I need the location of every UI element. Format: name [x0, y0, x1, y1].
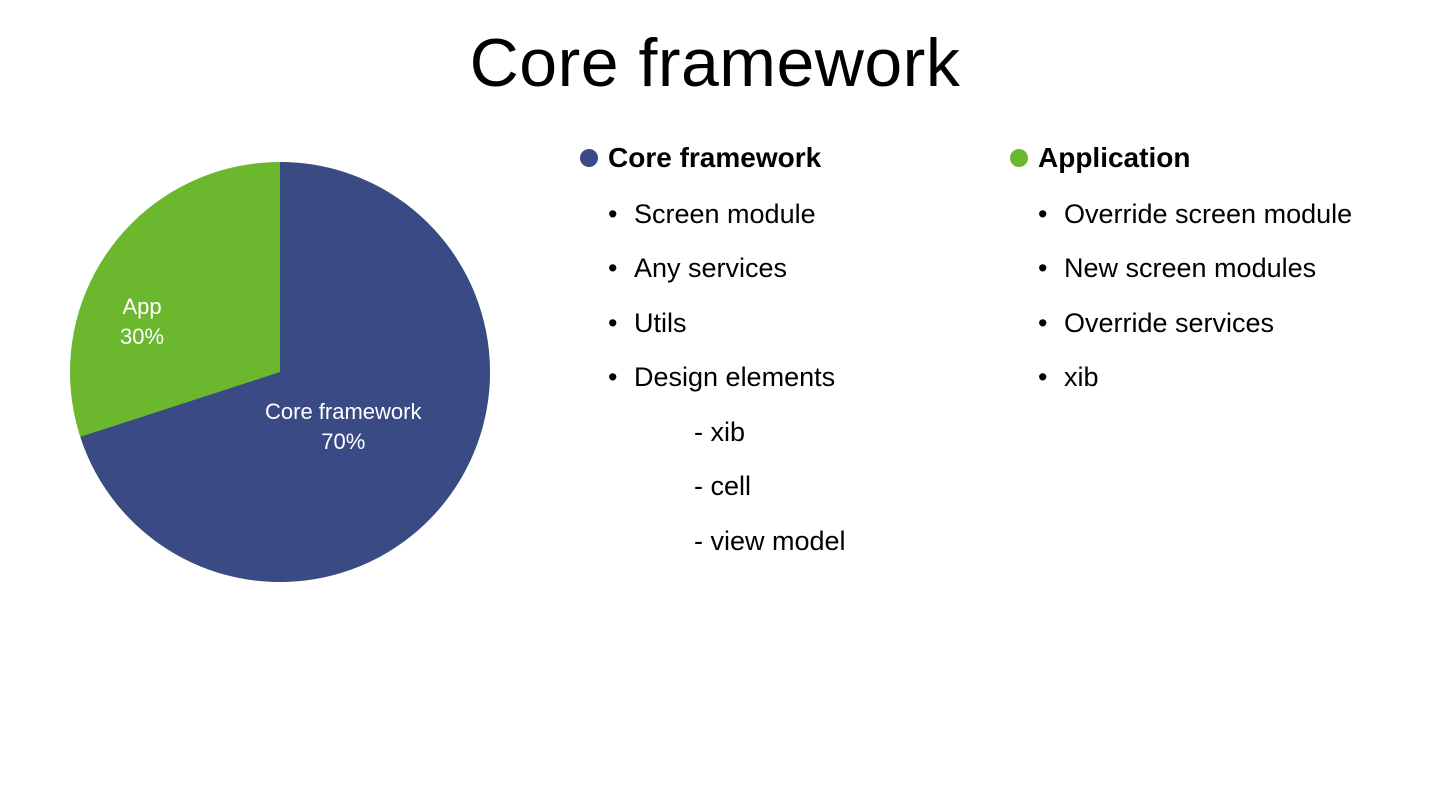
list-item: Any services	[608, 250, 960, 286]
lists-area: Core framework Screen module Any service…	[560, 142, 1390, 582]
column-core-sublist: xib cell view model	[634, 414, 960, 559]
list-item: xib	[694, 414, 960, 450]
column-core-header-label: Core framework	[608, 142, 821, 174]
list-item: view model	[694, 523, 960, 559]
list-item: New screen modules	[1038, 250, 1390, 286]
content-area: App 30% Core framework 70% Core framewor…	[0, 102, 1430, 582]
column-core-list: Screen module Any services Utils Design …	[580, 196, 960, 559]
pie-label-core-value: 70%	[321, 429, 365, 454]
pie-label-core: Core framework 70%	[265, 397, 421, 456]
pie-svg	[70, 162, 490, 582]
column-app-header-label: Application	[1038, 142, 1190, 174]
page-title: Core framework	[0, 0, 1430, 102]
pie-label-app-name: App	[122, 294, 161, 319]
list-item: cell	[694, 468, 960, 504]
list-item: Screen module	[608, 196, 960, 232]
pie-chart-area: App 30% Core framework 70%	[0, 142, 560, 582]
pie-label-core-name: Core framework	[265, 399, 421, 424]
pie-label-app: App 30%	[120, 292, 164, 351]
list-item-label: Design elements	[634, 362, 835, 392]
pie-chart: App 30% Core framework 70%	[70, 162, 490, 582]
column-core-header: Core framework	[580, 142, 960, 174]
list-item: Design elements xib cell view model	[608, 359, 960, 559]
column-app-header: Application	[1010, 142, 1390, 174]
column-app-list: Override screen module New screen module…	[1010, 196, 1390, 396]
pie-label-app-value: 30%	[120, 324, 164, 349]
dot-icon	[580, 149, 598, 167]
list-item: xib	[1038, 359, 1390, 395]
list-item: Utils	[608, 305, 960, 341]
list-item: Override services	[1038, 305, 1390, 341]
column-app: Application Override screen module New s…	[1010, 142, 1390, 582]
column-core: Core framework Screen module Any service…	[580, 142, 960, 582]
list-item: Override screen module	[1038, 196, 1390, 232]
dot-icon	[1010, 149, 1028, 167]
